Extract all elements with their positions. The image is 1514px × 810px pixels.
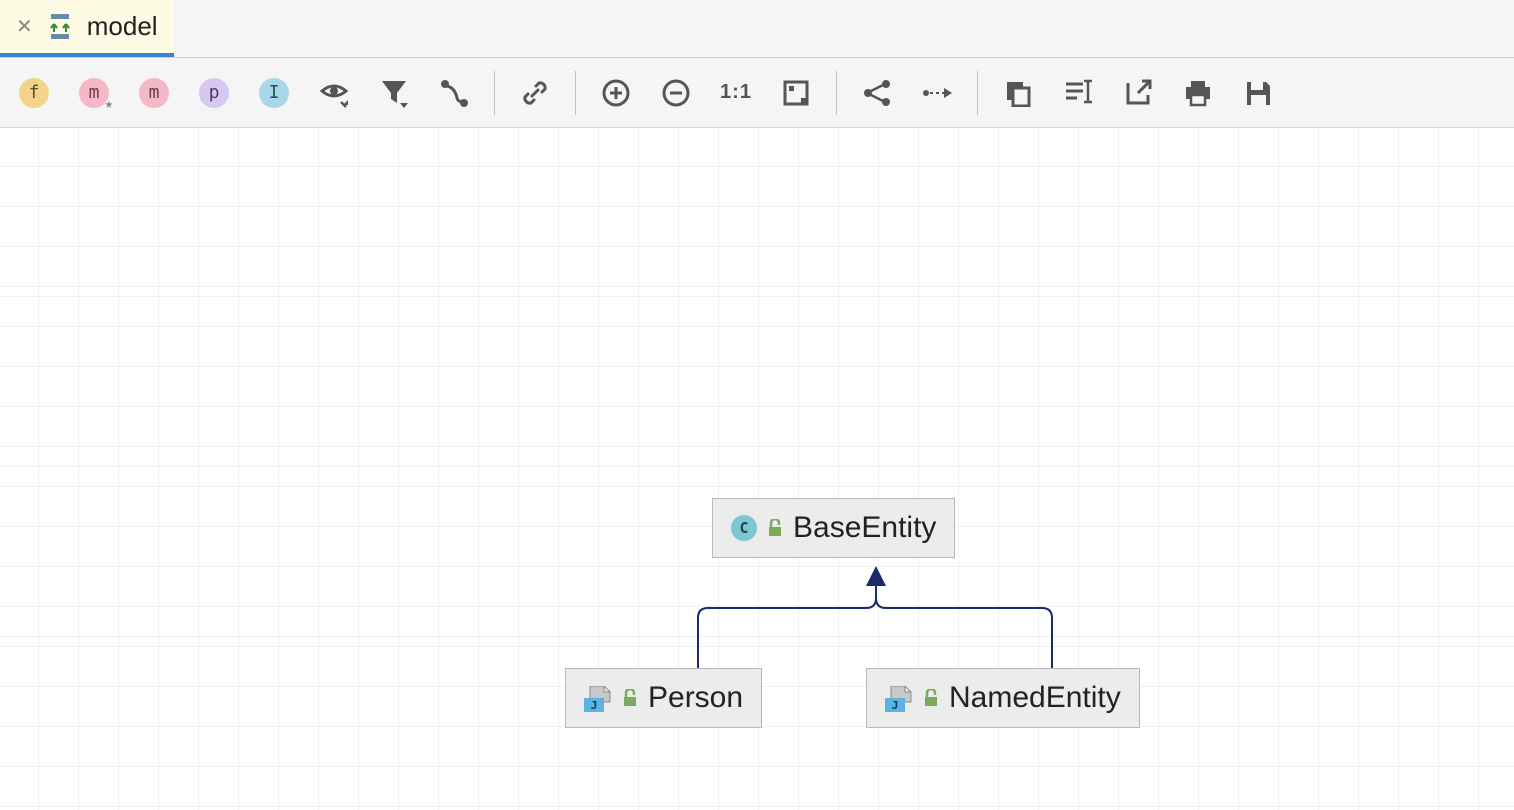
filter-button[interactable]	[364, 63, 424, 123]
fit-content-button[interactable]	[766, 63, 826, 123]
method-starred-badge-icon: m ★	[79, 78, 109, 108]
class-icon: C	[731, 515, 757, 541]
property-button[interactable]: p	[184, 63, 244, 123]
property-badge-icon: p	[199, 78, 229, 108]
copy-button[interactable]	[988, 63, 1048, 123]
save-icon	[1244, 79, 1272, 107]
interface-button[interactable]: I	[244, 63, 304, 123]
method-badge-icon: m	[139, 78, 169, 108]
export-icon	[1124, 79, 1152, 107]
separator	[575, 71, 576, 115]
tab-bar: ✕ model	[0, 0, 1514, 58]
separator	[977, 71, 978, 115]
node-label: BaseEntity	[793, 511, 936, 545]
edge-style-button[interactable]	[424, 63, 484, 123]
diagram-icon	[45, 14, 75, 40]
node-label: NamedEntity	[949, 681, 1121, 715]
diagram-canvas[interactable]: C BaseEntity J Person	[0, 128, 1514, 810]
copy-icon	[1004, 79, 1032, 107]
close-icon[interactable]: ✕	[16, 14, 33, 39]
tab-label: model	[87, 11, 158, 42]
separator	[494, 71, 495, 115]
minus-circle-icon	[661, 78, 691, 108]
eye-icon	[319, 78, 349, 108]
toolbar: f m ★ m p I	[0, 58, 1514, 128]
lock-icon	[767, 519, 783, 537]
lock-icon	[622, 689, 638, 707]
lock-icon	[923, 689, 939, 707]
print-button[interactable]	[1168, 63, 1228, 123]
route-button[interactable]	[907, 63, 967, 123]
node-person[interactable]: J Person	[565, 668, 762, 728]
svg-text:J: J	[892, 699, 899, 712]
link-icon	[520, 78, 550, 108]
node-named-entity[interactable]: J NamedEntity	[866, 668, 1140, 728]
link-button[interactable]	[505, 63, 565, 123]
text-sort-button[interactable]	[1048, 63, 1108, 123]
method-starred-button[interactable]: m ★	[64, 63, 124, 123]
separator	[836, 71, 837, 115]
node-label: Person	[648, 681, 743, 715]
zoom-reset-button[interactable]: 1:1	[706, 63, 766, 123]
fields-button[interactable]: f	[4, 63, 64, 123]
fit-icon	[782, 79, 810, 107]
visibility-button[interactable]	[304, 63, 364, 123]
interface-badge-icon: I	[259, 78, 289, 108]
java-file-icon: J	[584, 686, 612, 710]
java-file-icon: J	[885, 686, 913, 710]
curve-icon	[439, 78, 469, 108]
print-icon	[1183, 79, 1213, 107]
save-button[interactable]	[1228, 63, 1288, 123]
field-badge-icon: f	[19, 78, 49, 108]
layout-button[interactable]	[847, 63, 907, 123]
funnel-icon	[380, 78, 408, 108]
zoom-ratio-icon: 1:1	[720, 81, 752, 104]
zoom-in-button[interactable]	[586, 63, 646, 123]
text-cursor-icon	[1063, 79, 1093, 107]
arrow-dot-icon	[922, 82, 952, 104]
method-button[interactable]: m	[124, 63, 184, 123]
plus-circle-icon	[601, 78, 631, 108]
svg-text:J: J	[591, 699, 598, 712]
node-base-entity[interactable]: C BaseEntity	[712, 498, 955, 558]
tab-model[interactable]: ✕ model	[0, 0, 174, 57]
zoom-out-button[interactable]	[646, 63, 706, 123]
export-button[interactable]	[1108, 63, 1168, 123]
share-icon	[862, 78, 892, 108]
